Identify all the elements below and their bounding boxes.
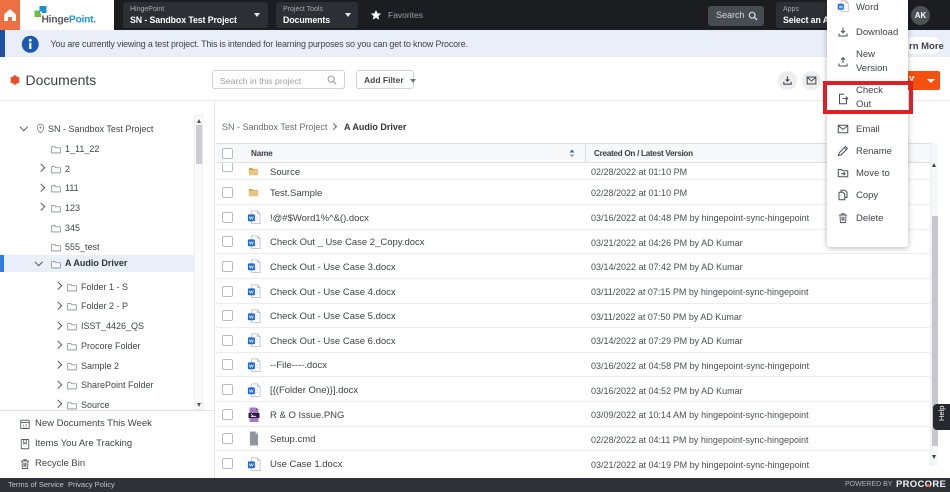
- svg-text:HingePoint.: HingePoint.: [42, 15, 97, 26]
